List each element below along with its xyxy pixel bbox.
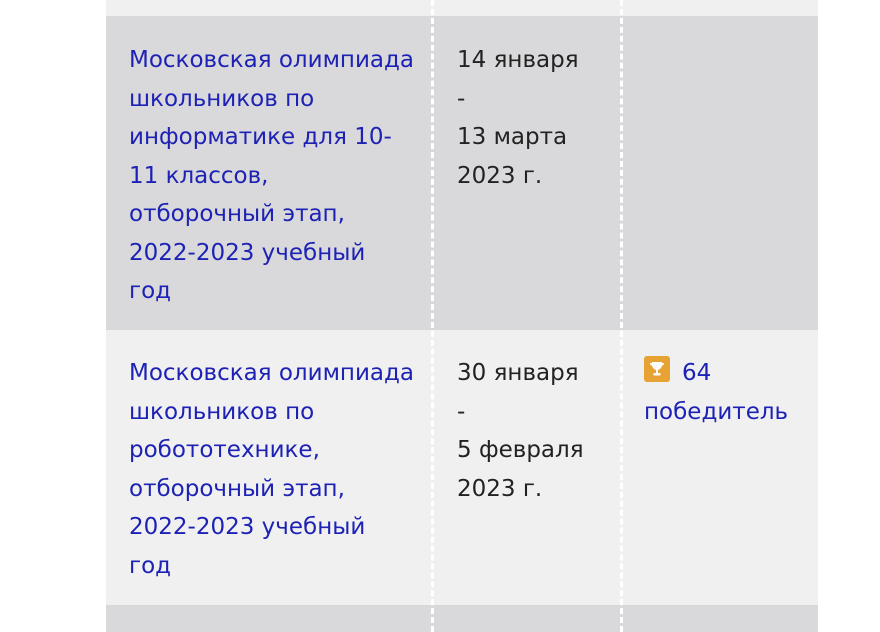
- event-dates: 14 января - 13 марта 2023 г.: [457, 47, 579, 189]
- event-link-robotics[interactable]: Московская олимпиада школьников по робот…: [129, 354, 419, 585]
- event-link-informatics[interactable]: Московская олимпиада школьников по инфор…: [129, 41, 419, 311]
- result-score[interactable]: 64: [682, 360, 711, 386]
- result-status[interactable]: победитель: [644, 393, 814, 432]
- column-divider: [620, 0, 623, 632]
- result-score-line[interactable]: 64: [644, 354, 814, 393]
- trophy-icon: [644, 356, 670, 382]
- table-row-next: [106, 605, 818, 632]
- olympiad-results-table: Московская олимпиада школьников по инфор…: [106, 0, 818, 632]
- table-row-previous: [106, 0, 818, 16]
- event-dates: 30 января - 5 февраля 2023 г.: [457, 360, 584, 502]
- result-cell: 64 победитель: [644, 354, 814, 431]
- column-divider: [431, 0, 434, 632]
